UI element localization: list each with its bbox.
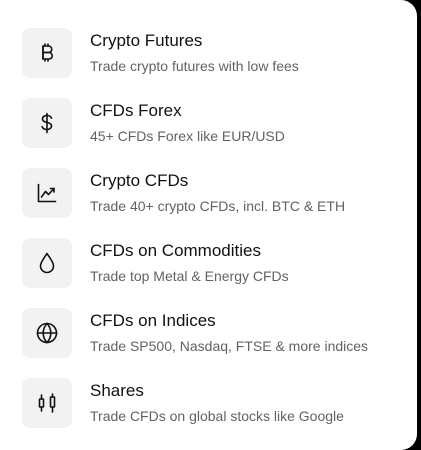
menu-item-cfds-commodities[interactable]: CFDs on Commodities Trade top Metal & En…	[22, 238, 402, 288]
dollar-icon	[22, 98, 72, 148]
menu-item-title: CFDs Forex	[90, 101, 182, 120]
menu-item-text: CFDs Forex 45+ CFDs Forex like EUR/USD	[90, 101, 285, 145]
menu-item-shares[interactable]: Shares Trade CFDs on global stocks like …	[22, 378, 402, 428]
menu-item-subtitle: Trade SP500, Nasdaq, FTSE & more indices	[90, 338, 369, 354]
menu-item-cfds-indices[interactable]: CFDs on Indices Trade SP500, Nasdaq, FTS…	[22, 308, 402, 358]
menu-item-title: Crypto CFDs	[90, 171, 189, 190]
menu-item-text: Crypto CFDs Trade 40+ crypto CFDs, incl.…	[90, 171, 345, 215]
menu-item-text: Crypto Futures Trade crypto futures with…	[90, 31, 299, 75]
menu-item-cfds-forex[interactable]: CFDs Forex 45+ CFDs Forex like EUR/USD	[22, 98, 402, 148]
menu-item-crypto-futures[interactable]: Crypto Futures Trade crypto futures with…	[22, 28, 402, 78]
menu-item-subtitle: Trade top Metal & Energy CFDs	[90, 268, 289, 284]
menu-item-subtitle: 45+ CFDs Forex like EUR/USD	[90, 128, 285, 144]
menu-item-subtitle: Trade CFDs on global stocks like Google	[90, 408, 344, 424]
menu-item-text: Shares Trade CFDs on global stocks like …	[90, 381, 344, 425]
menu-item-text: CFDs on Commodities Trade top Metal & En…	[90, 241, 289, 285]
bitcoin-icon	[22, 28, 72, 78]
trend-chart-icon	[22, 168, 72, 218]
menu-item-title: CFDs on Indices	[90, 311, 216, 330]
candlestick-icon	[22, 378, 72, 428]
menu-item-title: Shares	[90, 381, 144, 400]
menu-item-title: Crypto Futures	[90, 31, 203, 50]
menu-item-crypto-cfds[interactable]: Crypto CFDs Trade 40+ crypto CFDs, incl.…	[22, 168, 402, 218]
menu-item-subtitle: Trade 40+ crypto CFDs, incl. BTC & ETH	[90, 198, 346, 214]
menu-item-subtitle: Trade crypto futures with low fees	[90, 58, 299, 74]
products-menu: Crypto Futures Trade crypto futures with…	[22, 28, 402, 448]
drop-icon	[22, 238, 72, 288]
products-dropdown-panel: Crypto Futures Trade crypto futures with…	[0, 0, 417, 450]
menu-item-title: CFDs on Commodities	[90, 241, 261, 260]
menu-item-text: CFDs on Indices Trade SP500, Nasdaq, FTS…	[90, 311, 368, 355]
globe-icon	[22, 308, 72, 358]
